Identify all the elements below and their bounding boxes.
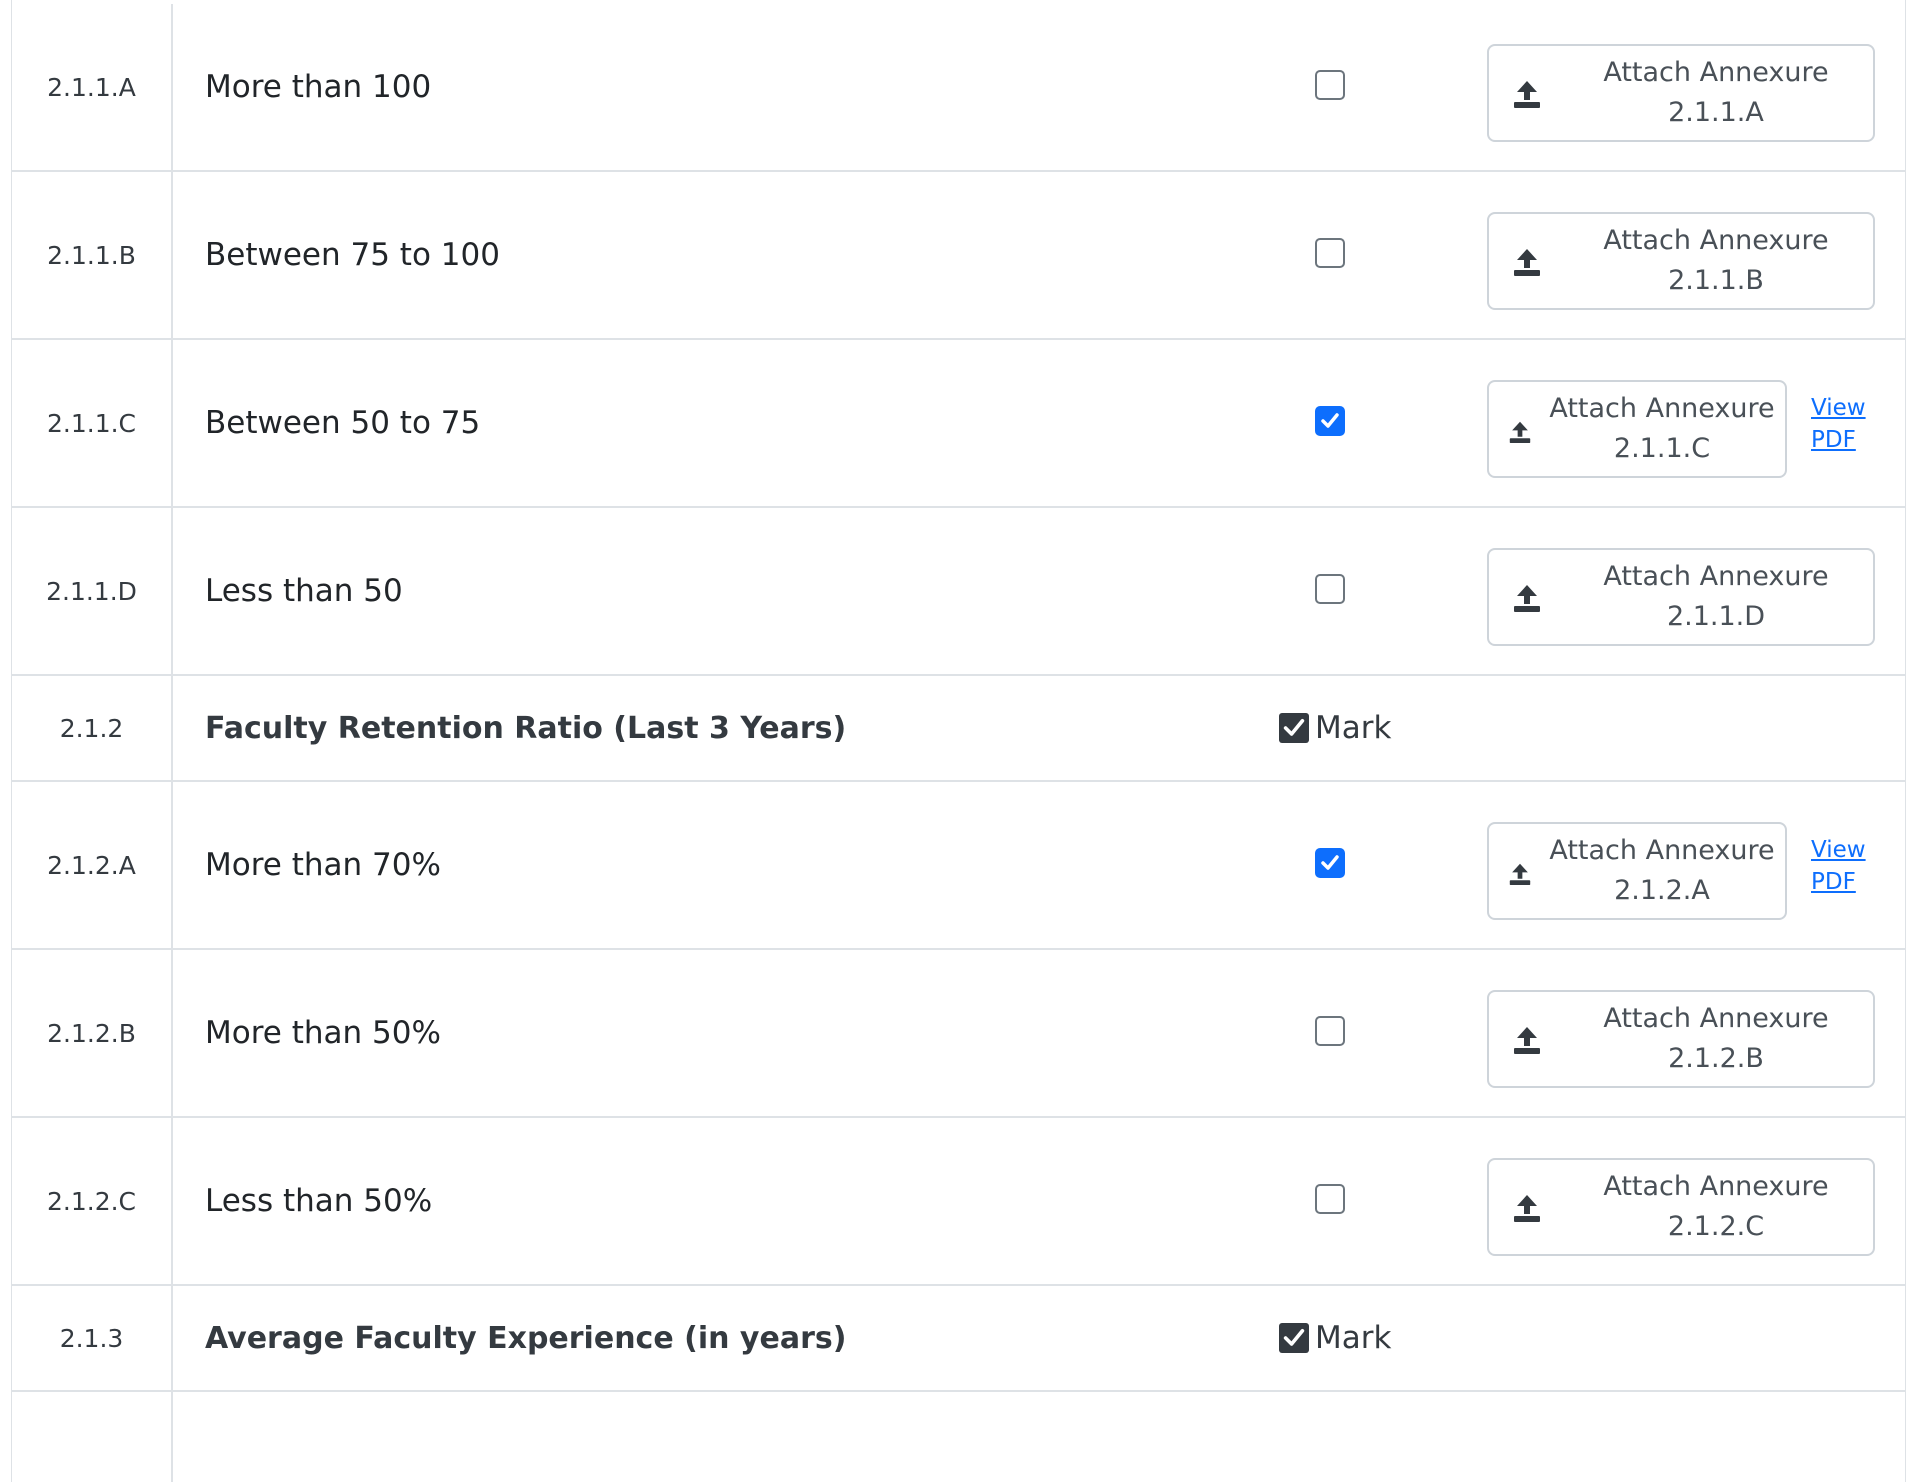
row-label: Less than 50% — [205, 1183, 433, 1219]
annexure-code: 2.1.1.A — [1668, 97, 1764, 128]
upload-icon — [1514, 1195, 1540, 1222]
mark-label: Mark — [1315, 1320, 1392, 1356]
row-code: 2.1.1.A — [12, 4, 173, 170]
section-code: 2.1.3 — [12, 1286, 173, 1390]
mark-label: Mark — [1315, 710, 1392, 746]
option-checkbox[interactable] — [1315, 848, 1345, 878]
annexure-code: 2.1.2.C — [1667, 1211, 1765, 1242]
table-row: 2.1.1.D Less than 50 Attach Annexure 2.1.… — [12, 508, 1905, 676]
attach-annexure-button[interactable]: Attach Annexure 2.1.1.A — [1487, 44, 1875, 142]
attach-label: Attach Annexure — [1549, 835, 1775, 866]
table-row: 2.1.1.C Between 50 to 75 Attach Annexure… — [12, 340, 1905, 508]
row-label: More than 50% — [205, 1015, 441, 1051]
annexure-code: 2.1.2.B — [1668, 1043, 1764, 1074]
section-title: Average Faculty Experience (in years) — [205, 1320, 847, 1356]
upload-icon — [1514, 249, 1540, 276]
option-checkbox[interactable] — [1315, 1016, 1345, 1046]
row-code: 2.1.1.D — [12, 508, 173, 674]
table-row: 2.1.2.B More than 50% Attach Annexure 2.1… — [12, 950, 1905, 1118]
annexure-code: 2.1.1.B — [1668, 265, 1764, 296]
criteria-table: 2.1.1.A More than 100 Attach Annexure 2.1… — [11, 0, 1906, 1482]
section-header-row: 2.1.3 Average Faculty Experience (in yea… — [12, 1286, 1905, 1392]
attach-label: Attach Annexure — [1603, 561, 1829, 592]
option-checkbox[interactable] — [1315, 406, 1345, 436]
row-label: Between 75 to 100 — [205, 237, 500, 273]
row-label: More than 100 — [205, 69, 432, 105]
attach-annexure-button[interactable]: Attach Annexure 2.1.2.B — [1487, 990, 1875, 1088]
table-row: 2.1.2.C Less than 50% Attach Annexure 2.1… — [12, 1118, 1905, 1286]
upload-icon — [1514, 81, 1540, 108]
option-checkbox[interactable] — [1315, 1184, 1345, 1214]
upload-icon — [1509, 421, 1531, 443]
option-checkbox[interactable] — [1315, 70, 1345, 100]
attach-annexure-button[interactable]: Attach Annexure 2.1.1.D — [1487, 548, 1875, 646]
row-code: 2.1.2.C — [12, 1118, 173, 1284]
mark-checkbox[interactable]: Mark — [1279, 1286, 1391, 1390]
row-label: Between 50 to 75 — [205, 405, 481, 441]
option-checkbox[interactable] — [1315, 574, 1345, 604]
annexure-code: 2.1.2.A — [1614, 875, 1710, 906]
section-header-row: 2.1.2 Faculty Retention Ratio (Last 3 Ye… — [12, 676, 1905, 782]
mark-checkbox[interactable]: Mark — [1279, 676, 1391, 780]
row-label: More than 70% — [205, 847, 441, 883]
annexure-code: 2.1.1.D — [1666, 601, 1766, 632]
view-pdf-link[interactable]: View PDF — [1811, 834, 1866, 898]
check-icon — [1283, 719, 1305, 736]
check-icon — [1321, 855, 1339, 870]
attach-label: Attach Annexure — [1603, 225, 1829, 256]
row-label: Less than 50 — [205, 573, 403, 609]
table-row: 2.1.1.B Between 75 to 100 Attach Annexur… — [12, 172, 1905, 340]
attach-annexure-button[interactable]: Attach Annexure 2.1.1.B — [1487, 212, 1875, 310]
row-code: 2.1.1.B — [12, 172, 173, 338]
upload-icon — [1509, 863, 1531, 885]
table-row: 2.1.1.A More than 100 Attach Annexure 2.1… — [12, 4, 1905, 172]
attach-annexure-button[interactable]: Attach Annexure 2.1.2.C — [1487, 1158, 1875, 1256]
upload-icon — [1514, 1027, 1540, 1054]
row-code: 2.1.2.B — [12, 950, 173, 1116]
table-row — [12, 1392, 1905, 1482]
table-row: 2.1.2.A More than 70% Attach Annexure 2.1… — [12, 782, 1905, 950]
attach-annexure-button[interactable]: Attach Annexure 2.1.2.A — [1487, 822, 1787, 920]
section-code: 2.1.2 — [12, 676, 173, 780]
attach-annexure-button[interactable]: Attach Annexure 2.1.1.C — [1487, 380, 1787, 478]
upload-icon — [1514, 585, 1540, 612]
section-title: Faculty Retention Ratio (Last 3 Years) — [205, 710, 847, 746]
attach-label: Attach Annexure — [1549, 393, 1775, 424]
check-icon — [1283, 1329, 1305, 1346]
row-code — [12, 1392, 173, 1482]
annexure-code: 2.1.1.C — [1613, 433, 1711, 464]
check-icon — [1321, 413, 1339, 428]
option-checkbox[interactable] — [1315, 238, 1345, 268]
row-code: 2.1.2.A — [12, 782, 173, 948]
view-pdf-link[interactable]: View PDF — [1811, 392, 1866, 456]
attach-label: Attach Annexure — [1603, 57, 1829, 88]
row-code: 2.1.1.C — [12, 340, 173, 506]
attach-label: Attach Annexure — [1603, 1171, 1829, 1202]
attach-label: Attach Annexure — [1603, 1003, 1829, 1034]
